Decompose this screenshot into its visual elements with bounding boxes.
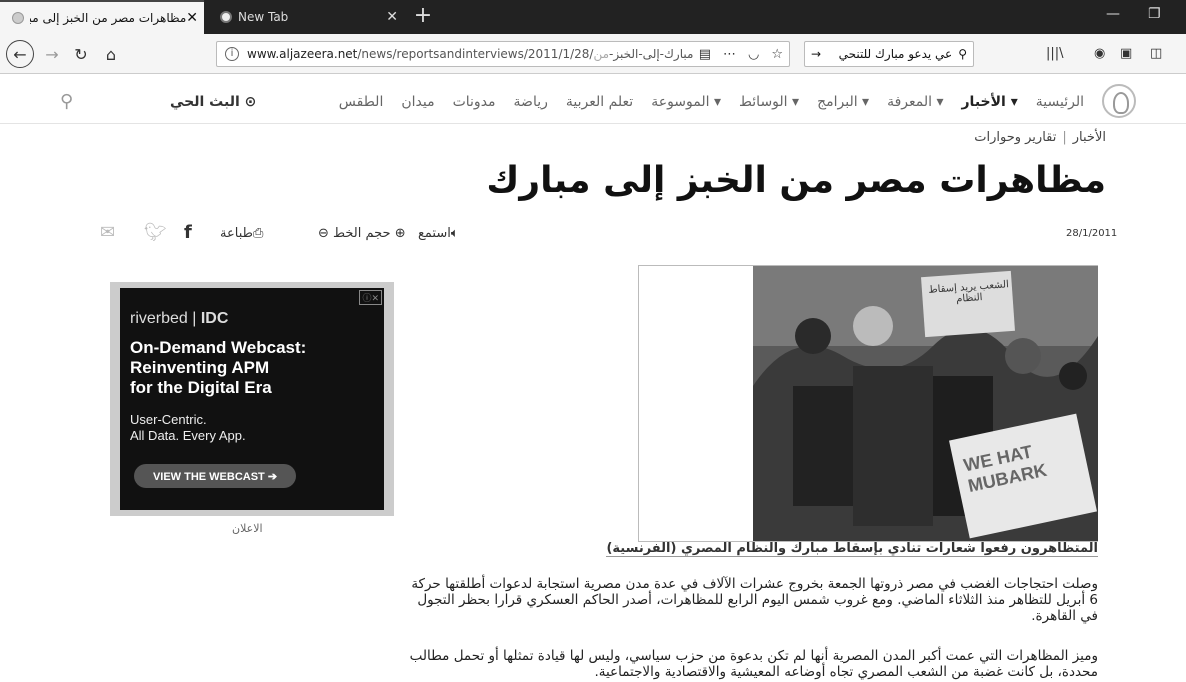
listen-label: استمع bbox=[418, 226, 451, 241]
tab-title: مظاهرات مصر من الخبز إلى مبارك bbox=[30, 11, 187, 25]
breadcrumb: الأخبار | تقارير وحوارات bbox=[974, 130, 1106, 145]
article-photo-frame: الشعب يريد إسقاط النظام WE HAT MUBARK bbox=[638, 265, 1098, 542]
menu-item[interactable]: المعرفة ▾ bbox=[887, 94, 943, 110]
ad-subtitle: User-Centric. All Data. Every App. bbox=[130, 412, 246, 444]
ad-brands: riverbed | IDC bbox=[130, 310, 229, 327]
site-navigation: الرئيسية الأخبار ▾ المعرفة ▾ البرامج ▾ الوسا… bbox=[0, 80, 1186, 124]
twitter-icon[interactable]: 🐦︎ bbox=[144, 222, 167, 243]
ad-title: On-Demand Webcast: Reinventing APM for t… bbox=[130, 338, 306, 398]
listen-button[interactable]: 🔈︎استمع bbox=[418, 226, 459, 241]
forward-button[interactable]: → bbox=[42, 41, 62, 67]
ad-sub-line: User-Centric. bbox=[130, 412, 207, 427]
font-increase-icon[interactable]: ⊕ bbox=[395, 226, 406, 241]
firefox-favicon-icon bbox=[220, 11, 232, 23]
url-tail: من bbox=[593, 47, 610, 61]
bookmark-star-icon[interactable]: ☆ bbox=[771, 47, 783, 62]
reader-view-icon[interactable]: ▤ bbox=[699, 47, 711, 62]
menu-item[interactable]: الرئيسية bbox=[1036, 94, 1084, 110]
restore-window-icon[interactable]: ❐ bbox=[1148, 6, 1161, 22]
menu-item[interactable]: رياضة bbox=[514, 94, 548, 110]
browser-nav-bar: ← → ↻ ⌂ i www.aljazeera.net/news/reports… bbox=[0, 34, 1186, 74]
pocket-icon[interactable]: ◡ bbox=[748, 47, 759, 62]
sidebar-icon[interactable]: ◫ bbox=[1150, 46, 1162, 61]
menu-item[interactable]: مدونات bbox=[453, 94, 496, 110]
advertisement[interactable]: ⓘ✕ riverbed | IDC On-Demand Webcast: Rei… bbox=[110, 282, 394, 516]
page-title: مظاهرات مصر من الخبز إلى مبارك bbox=[486, 160, 1106, 201]
library-icon[interactable]: |||\ bbox=[1046, 46, 1064, 61]
menu-item[interactable]: ميدان bbox=[401, 94, 434, 110]
pocket-toolbar-icon[interactable]: ▣ bbox=[1120, 46, 1132, 61]
main-menu: الرئيسية الأخبار ▾ المعرفة ▾ البرامج ▾ الوسا… bbox=[321, 94, 1084, 110]
page-favicon-icon bbox=[12, 12, 24, 24]
tab-new-tab[interactable]: New Tab ✕ bbox=[206, 0, 406, 34]
account-icon[interactable]: ◉ bbox=[1094, 46, 1105, 61]
menu-item[interactable]: الوسائط ▾ bbox=[739, 94, 799, 110]
page-actions-icon[interactable]: ⋯ bbox=[723, 47, 736, 62]
menu-item[interactable]: الطقس bbox=[339, 94, 384, 110]
play-circle-icon: ⊙ bbox=[244, 94, 257, 110]
photo-caption: المتظاهرون رفعوا شعارات تنادي بإسقاط مبا… bbox=[606, 541, 1098, 557]
breadcrumb-separator: | bbox=[1062, 130, 1067, 145]
menu-item[interactable]: البرامج ▾ bbox=[817, 94, 869, 110]
reload-button[interactable]: ↻ bbox=[70, 41, 92, 67]
print-button[interactable]: ⎙طباعة bbox=[220, 226, 263, 241]
font-decrease-icon[interactable]: ⊖ bbox=[318, 226, 329, 241]
address-bar[interactable]: i www.aljazeera.net/news/reportsandinter… bbox=[216, 41, 790, 67]
menu-item[interactable]: الأخبار ▾ bbox=[962, 94, 1018, 110]
search-query: عي يدعو مبارك للتنحي bbox=[838, 47, 953, 61]
ad-brand-riverbed: riverbed bbox=[130, 310, 188, 327]
search-go-icon[interactable]: → bbox=[811, 47, 821, 61]
close-tab-icon[interactable]: ✕ bbox=[186, 10, 198, 26]
ad-brand-idc: IDC bbox=[200, 310, 229, 327]
menu-item[interactable]: الموسوعة ▾ bbox=[651, 94, 721, 110]
back-button[interactable]: ← bbox=[6, 40, 34, 68]
menu-item[interactable]: تعلم العربية bbox=[566, 94, 633, 110]
minimize-icon[interactable]: — bbox=[1106, 6, 1120, 22]
speaker-icon: 🔈︎ bbox=[450, 226, 459, 241]
tab-active[interactable]: مظاهرات مصر من الخبز إلى مبارك ✕ bbox=[0, 0, 204, 34]
ad-title-line: Reinventing APM bbox=[130, 358, 270, 377]
site-search-icon[interactable]: ⚲ bbox=[60, 91, 73, 112]
live-label: البث الحي bbox=[170, 94, 240, 110]
aljazeera-logo[interactable] bbox=[1102, 84, 1136, 118]
ad-title-line: for the Digital Era bbox=[130, 378, 272, 397]
new-tab-button[interactable]: + bbox=[410, 5, 436, 29]
search-input[interactable]: ⚲ عي يدعو مبارك للتنحي → bbox=[804, 41, 974, 67]
ad-banner[interactable]: ⓘ✕ riverbed | IDC On-Demand Webcast: Rei… bbox=[120, 288, 384, 510]
facebook-icon[interactable]: f bbox=[184, 222, 192, 243]
close-tab-icon[interactable]: ✕ bbox=[386, 9, 398, 25]
article-date: 28/1/2011 bbox=[1066, 228, 1118, 239]
search-icon: ⚲ bbox=[958, 47, 967, 61]
url-domain: www.aljazeera.net bbox=[247, 47, 358, 61]
ad-close-icon[interactable]: ⓘ✕ bbox=[359, 290, 382, 305]
ad-label: الاعلان bbox=[232, 522, 263, 535]
protest-photo[interactable]: الشعب يريد إسقاط النظام WE HAT MUBARK bbox=[753, 266, 1098, 541]
tab-title: New Tab bbox=[238, 10, 289, 24]
browser-tab-bar: مظاهرات مصر من الخبز إلى مبارك ✕ New Tab… bbox=[0, 0, 1186, 34]
breadcrumb-reports[interactable]: تقارير وحوارات bbox=[974, 130, 1056, 145]
printer-icon: ⎙ bbox=[252, 226, 264, 241]
article-paragraph: وصلت احتجاجات الغضب في مصر ذروتها الجمعة… bbox=[411, 576, 1098, 624]
ad-title-line: On-Demand Webcast: bbox=[130, 338, 307, 357]
home-button[interactable]: ⌂ bbox=[100, 41, 122, 67]
view-webcast-button[interactable]: VIEW THE WEBCAST ➔ bbox=[134, 464, 296, 488]
email-icon[interactable]: ✉ bbox=[100, 222, 115, 243]
url-text: www.aljazeera.net/news/reportsandintervi… bbox=[247, 47, 693, 61]
live-stream-link[interactable]: ⊙ البث الحي bbox=[170, 94, 256, 110]
breadcrumb-news[interactable]: الأخبار bbox=[1073, 130, 1106, 145]
font-size-label: حجم الخط bbox=[333, 226, 391, 241]
url-path: /news/reportsandinterviews/2011/1/28/مبا… bbox=[357, 47, 693, 61]
ad-sub-line: All Data. Every App. bbox=[130, 428, 246, 443]
print-label: طباعة bbox=[220, 226, 253, 241]
article-paragraph: وميز المظاهرات التي عمت أكبر المدن المصر… bbox=[409, 648, 1098, 680]
site-info-icon[interactable]: i bbox=[225, 47, 239, 61]
article-tools: 🔈︎استمع ⊕ حجم الخط ⊖ ⎙طباعة f 🐦︎ ✉ bbox=[100, 222, 520, 248]
font-size-control[interactable]: ⊕ حجم الخط ⊖ bbox=[318, 226, 406, 241]
